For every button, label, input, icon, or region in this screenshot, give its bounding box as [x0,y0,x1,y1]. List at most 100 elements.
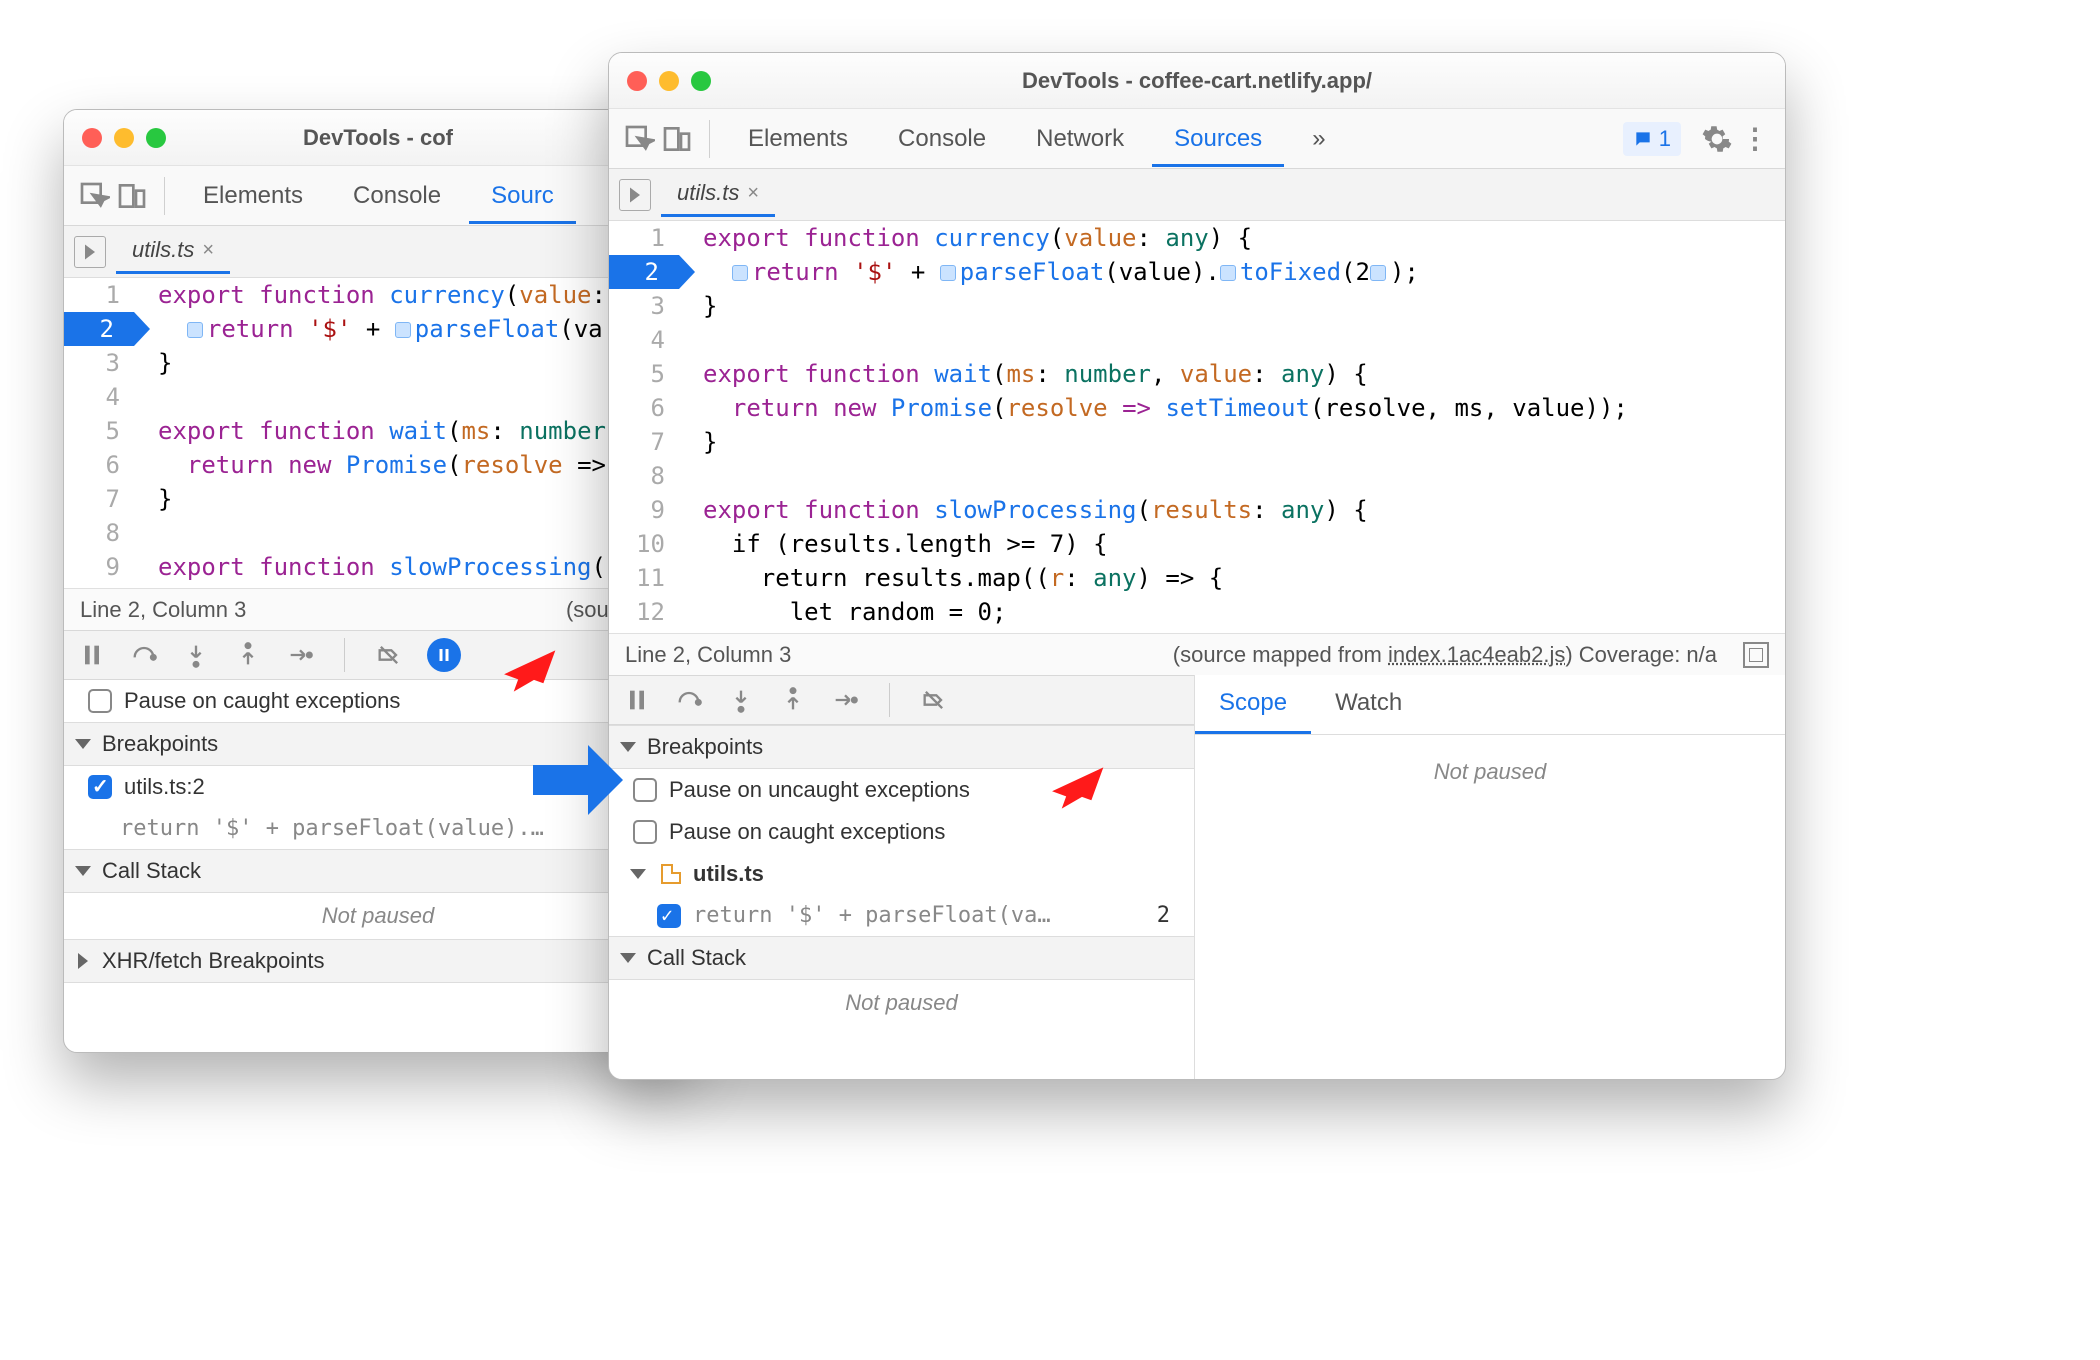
main-tabbar: Elements Console Sourc [64,166,692,226]
xhr-breakpoints-header[interactable]: XHR/fetch Breakpoints [64,939,692,983]
close-icon[interactable] [627,71,647,91]
file-tab[interactable]: utils.ts × [661,172,775,217]
debugger-panels: Pause on caught exceptions Breakpoints u… [64,680,692,983]
callstack-header[interactable]: Call Stack [64,849,692,893]
step-into-icon[interactable] [727,686,755,714]
step-marker-icon [940,265,956,281]
issues-badge[interactable]: 1 [1623,122,1681,156]
inspect-element-icon[interactable] [78,180,110,212]
close-tab-icon[interactable]: × [747,182,759,205]
titlebar: DevTools - coffee-cart.netlify.app/ [609,53,1785,109]
breakpoint-line-number: 2 [1157,903,1170,928]
file-tabbar: utils.ts × [64,226,692,278]
red-arrow-annotation-icon [498,637,558,697]
minimize-icon[interactable] [659,71,679,91]
traffic-lights[interactable] [627,71,711,91]
file-tab-label: utils.ts [132,237,194,263]
editor-status: Line 2, Column 3 (source mapped from ind… [609,633,1785,675]
not-paused-label: Not paused [609,980,1194,1026]
not-paused-label: Not paused [64,893,692,939]
step-icon[interactable] [831,686,859,714]
more-tabs[interactable]: » [1290,111,1347,167]
step-marker-icon [1370,265,1386,281]
callstack-header[interactable]: Call Stack [609,936,1194,980]
scope-tabs: Scope Watch [1195,675,1785,735]
editor-status: Line 2, Column 3 (source ma [64,588,692,630]
pause-caught-label: Pause on caught exceptions [669,819,945,845]
step-out-icon[interactable] [234,641,262,669]
toggle-navigator-icon[interactable] [74,236,106,268]
pause-caught-checkbox[interactable] [88,689,112,713]
source-map-note: (source mapped from index.1ac4eab2.js) C… [1173,642,1717,668]
debugger-panels: Breakpoints Pause on uncaught exceptions… [609,725,1194,1026]
tab-sources[interactable]: Sources [1152,111,1284,167]
pause-caught-checkbox[interactable] [633,820,657,844]
pause-on-exceptions-icon[interactable] [427,638,461,672]
deactivate-breakpoints-icon[interactable] [920,686,948,714]
deactivate-breakpoints-icon[interactable] [375,641,403,669]
window-title: DevTools - coffee-cart.netlify.app/ [1022,68,1372,94]
step-marker-icon [395,322,411,338]
tab-console[interactable]: Console [876,111,1008,167]
breakpoint-checkbox[interactable] [657,904,681,928]
pause-uncaught-checkbox[interactable] [633,778,657,802]
cursor-position: Line 2, Column 3 [625,642,791,668]
tab-sources[interactable]: Sourc [469,168,576,224]
device-toolbar-icon[interactable] [661,123,693,155]
traffic-lights[interactable] [82,128,166,148]
zoom-icon[interactable] [691,71,711,91]
code-editor[interactable]: 1export function currency(value: 2 retur… [64,278,692,588]
breakpoint-file-label: utils.ts [693,861,764,887]
settings-icon[interactable] [1701,123,1733,155]
breakpoint-label[interactable]: utils.ts:2 [124,774,205,800]
devtools-window-b: DevTools - coffee-cart.netlify.app/ Elem… [608,52,1786,1080]
inspect-element-icon[interactable] [623,123,655,155]
file-tabbar: utils.ts × [609,169,1785,221]
breakpoint-code: return '$' + parseFloat(va… [693,903,1051,928]
minimize-icon[interactable] [114,128,134,148]
breakpoint-gutter[interactable]: 2 [64,312,134,346]
execution-marker-icon [732,265,748,281]
tab-elements[interactable]: Elements [181,168,325,224]
step-over-icon[interactable] [675,686,703,714]
close-icon[interactable] [82,128,102,148]
debugger-toolbar [64,630,692,680]
scope-not-paused: Not paused [1195,735,1785,795]
devtools-window-a: DevTools - cof Elements Console Sourc ut… [63,109,693,1053]
tab-network[interactable]: Network [1014,111,1146,167]
issues-count: 1 [1659,126,1671,152]
step-icon[interactable] [286,641,314,669]
breakpoint-gutter[interactable]: 2 [609,255,679,289]
pause-icon[interactable] [78,641,106,669]
tab-scope[interactable]: Scope [1195,675,1311,734]
execution-marker-icon [187,322,203,338]
zoom-icon[interactable] [146,128,166,148]
source-map-file[interactable]: index.1ac4eab2.js [1388,642,1565,667]
scope-pane: Scope Watch Not paused [1195,675,1785,1079]
breakpoint-file-row[interactable]: utils.ts [609,853,1194,895]
pause-icon[interactable] [623,686,651,714]
step-into-icon[interactable] [182,641,210,669]
device-toolbar-icon[interactable] [116,180,148,212]
tab-console[interactable]: Console [331,168,463,224]
blue-arrow-annotation-icon [528,740,628,820]
pause-caught-label: Pause on caught exceptions [124,688,400,714]
close-tab-icon[interactable]: × [202,239,214,262]
tab-watch[interactable]: Watch [1311,675,1426,734]
more-icon[interactable]: ⋮ [1739,123,1771,155]
window-title: DevTools - cof [303,125,453,151]
pause-uncaught-label: Pause on uncaught exceptions [669,777,970,803]
breakpoints-header[interactable]: Breakpoints [609,725,1194,769]
toggle-navigator-icon[interactable] [619,179,651,211]
cursor-position: Line 2, Column 3 [80,597,246,623]
tab-elements[interactable]: Elements [726,111,870,167]
show-coverage-icon[interactable] [1743,642,1769,668]
code-editor[interactable]: 1export function currency(value: any) { … [609,221,1785,633]
file-tab[interactable]: utils.ts × [116,229,230,274]
file-tab-label: utils.ts [677,180,739,206]
titlebar: DevTools - cof [64,110,692,166]
breakpoint-checkbox[interactable] [88,775,112,799]
red-arrow-annotation-icon [1046,754,1106,814]
step-out-icon[interactable] [779,686,807,714]
step-over-icon[interactable] [130,641,158,669]
